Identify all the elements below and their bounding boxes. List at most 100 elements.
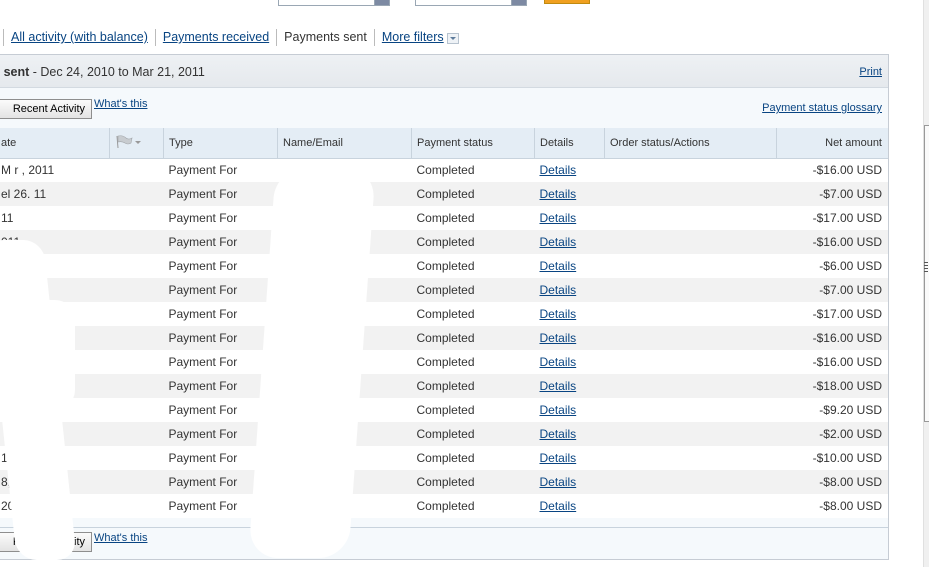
payments-panel: ts sent - Dec 24, 2010 to Mar 21, 2011 P… [0, 54, 889, 560]
type-cell: Payment For [168, 355, 238, 369]
flag-icon[interactable] [115, 135, 141, 149]
table-row[interactable]: 2Payment ForCompletedDetails-$9.20 USD [0, 398, 888, 422]
flag-cell [110, 422, 164, 446]
resize-grip-icon[interactable] [924, 262, 928, 272]
whats-this-link-bottom[interactable]: What's this [94, 532, 147, 544]
type-cell: Payment For [168, 211, 238, 225]
table-row[interactable]: 201Payment ForCompletedDetails-$7.00 USD [0, 278, 888, 302]
details-link[interactable]: Details [540, 379, 577, 393]
net-amount-cell: -$16.00 USD [812, 355, 882, 369]
redaction-mark [275, 160, 335, 180]
order-status-cell [605, 446, 777, 470]
details-link[interactable]: Details [540, 355, 577, 369]
details-cell: Details [535, 398, 605, 422]
date-to-field[interactable] [415, 0, 527, 6]
details-cell: Details [535, 254, 605, 278]
flag-cell [110, 278, 164, 302]
details-link[interactable]: Details [540, 403, 577, 417]
details-link[interactable]: Details [540, 211, 577, 225]
details-link[interactable]: Details [540, 451, 577, 465]
details-cell: Details [535, 374, 605, 398]
payment-status-glossary-link[interactable]: Payment status glossary [762, 102, 882, 114]
table-row[interactable]: M r , 2011 Payment For Completed Details -$1… [0, 158, 888, 182]
payment-status-cell: Completed [416, 331, 475, 345]
search-button[interactable] [544, 0, 590, 4]
whats-this-link[interactable]: What's this [94, 98, 147, 110]
date-from-field[interactable] [278, 0, 390, 6]
divider [3, 28, 4, 46]
details-link[interactable]: Details [540, 499, 577, 513]
net-amount-cell: -$10.00 USD [812, 451, 882, 465]
date-range: - Dec 24, 2010 to Mar 21, 2011 [29, 65, 205, 79]
calendar-icon[interactable] [511, 0, 526, 5]
details-link[interactable]: Details [540, 475, 577, 489]
order-status-cell [605, 374, 777, 398]
type-cell: Payment For [168, 283, 238, 297]
order-status-cell [605, 470, 777, 494]
flag-cell [110, 302, 164, 326]
scrollbar-thumb[interactable] [924, 125, 929, 422]
order-status-cell [605, 230, 777, 254]
order-status-cell [605, 350, 777, 374]
details-link[interactable]: Details [540, 427, 577, 441]
table-row[interactable]: 1 Payment For Completed Details -$10.00 USD [0, 446, 888, 470]
details-link[interactable]: Details [540, 331, 577, 345]
date-cell: 11 [1, 211, 14, 225]
table-row[interactable]: 11 Payment For Completed Details -$17.00 USD [0, 206, 888, 230]
order-status-cell [605, 278, 777, 302]
table-row[interactable]: 11Payment ForCompletedDetails-$16.00 USD [0, 350, 888, 374]
details-link[interactable]: Details [540, 259, 577, 273]
col-net-amount: Net amount [776, 128, 888, 159]
col-date[interactable]: ate [0, 128, 110, 159]
payment-status-cell: Completed [416, 163, 475, 178]
col-flag[interactable] [109, 128, 164, 159]
panel-footer: Recent Activity What's this [0, 527, 888, 560]
filter-payments-sent[interactable]: Payments sent [284, 30, 367, 44]
divider [154, 28, 156, 46]
col-payment-status: Payment status [411, 128, 535, 159]
print-link[interactable]: Print [859, 66, 882, 78]
details-link[interactable]: Details [540, 187, 577, 201]
calendar-icon[interactable] [374, 0, 389, 5]
filter-payments-received[interactable]: Payments received [163, 30, 269, 44]
flag-cell [110, 230, 164, 254]
filter-more-filters[interactable]: More filters [382, 30, 444, 44]
details-link[interactable]: Details [540, 235, 577, 249]
chevron-down-icon[interactable] [446, 32, 459, 44]
scrollbar[interactable] [923, 0, 929, 567]
table-row[interactable]: 8, 011Payment ForCompletedDetails-$8.00 … [0, 470, 888, 494]
order-status-cell [605, 182, 777, 206]
details-cell: Details [535, 470, 605, 494]
flag-cell [110, 350, 164, 374]
table-row[interactable]: el 26. 11 Payment For Completed Details -$7.… [0, 182, 888, 206]
table-row[interactable]: 1Payment ForCompletedDetails-$16.00 USD [0, 326, 888, 350]
table-row[interactable]: Payment For Completed Details -$2.00 USD [0, 422, 888, 446]
table-row[interactable]: 0Payment ForCompletedDetails-$17.00 USD [0, 302, 888, 326]
details-cell: Details [535, 326, 605, 350]
details-link[interactable]: Details [540, 283, 577, 297]
details-cell: Details [535, 182, 605, 206]
payment-status-cell: Completed [416, 499, 475, 513]
flag-cell [110, 326, 164, 350]
details-cell: Details [535, 422, 605, 446]
table-row[interactable]: JPayment ForCompletedDetails-$18.00 USD [0, 374, 888, 398]
net-amount-cell: -$2.00 USD [819, 427, 882, 441]
payment-status-cell: Completed [416, 307, 475, 321]
table-row[interactable]: 011Payment ForCompletedDetails-$16.00 US… [0, 230, 888, 254]
details-link[interactable]: Details [540, 307, 577, 321]
details-cell: Details [535, 230, 605, 254]
type-cell: Payment For [168, 307, 238, 321]
table-row[interactable]: :011Payment ForCompletedDetails-$6.00 US… [0, 254, 888, 278]
recent-activity-button[interactable]: Recent Activity [0, 99, 92, 119]
net-amount-cell: -$8.00 USD [819, 499, 882, 513]
details-link[interactable]: Details [540, 163, 577, 177]
filter-all-activity[interactable]: All activity (with balance) [11, 30, 148, 44]
payment-status-cell: Completed [416, 451, 475, 465]
details-cell: Details [535, 350, 605, 374]
net-amount-cell: -$8.00 USD [819, 475, 882, 489]
flag-cell [110, 494, 164, 518]
table-row[interactable]: 2011Payment ForCompletedDetails-$8.00 US… [0, 494, 888, 518]
payment-status-cell: Completed [416, 211, 475, 225]
net-amount-cell: -$6.00 USD [819, 259, 882, 273]
col-details: Details [534, 128, 605, 159]
